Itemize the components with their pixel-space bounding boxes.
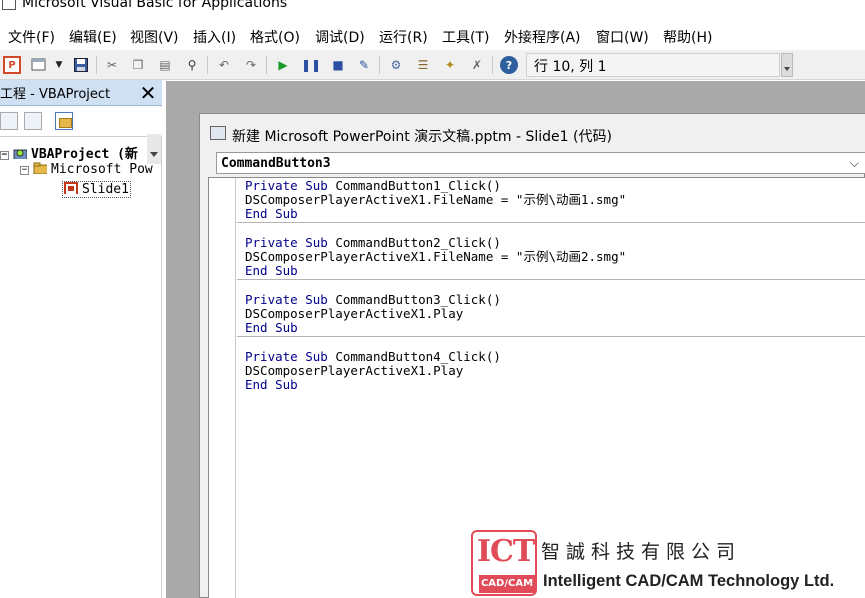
vba-app-icon <box>2 0 16 10</box>
vba-project-icon <box>13 149 27 159</box>
menu-addins[interactable]: 外接程序(A) <box>504 27 581 47</box>
tree-item-slide1-label: Slide1 <box>82 182 129 197</box>
insert-dropdown-icon[interactable]: ▼ <box>50 56 68 74</box>
properties-icon[interactable]: ☰ <box>414 56 432 74</box>
object-browser-icon[interactable]: ✦ <box>441 56 459 74</box>
title-bar: Microsoft Visual Basic for Applications <box>0 0 865 14</box>
paste-icon[interactable]: ▤ <box>156 56 174 74</box>
project-explorer-toolbar <box>0 107 162 164</box>
code-line[interactable]: DSComposerPlayerActiveX1.Play <box>245 307 463 321</box>
code-line[interactable]: Private Sub CommandButton1_Click() <box>245 179 501 193</box>
find-icon[interactable]: ⚲ <box>183 56 201 74</box>
collapse-icon[interactable]: − <box>0 151 9 160</box>
view-object-icon[interactable] <box>24 112 42 130</box>
company-watermark: ICT CAD/CAM 智誠科技有限公司 Intelligent CAD/CAM… <box>469 529 865 598</box>
reset-icon[interactable]: ■ <box>329 56 347 74</box>
code-line[interactable]: End Sub <box>245 378 298 392</box>
company-name-en: Intelligent CAD/CAM Technology Ltd. <box>543 572 835 590</box>
chevron-down-icon[interactable]: ⌵ <box>850 156 859 171</box>
company-name-cn: 智誠科技有限公司 <box>541 541 742 563</box>
project-explorer-icon[interactable]: ⚙ <box>387 56 405 74</box>
procedure-block: Private Sub CommandButton2_Click() DSCom… <box>237 235 865 292</box>
code-line[interactable]: DSComposerPlayerActiveX1.FileName = "示例\… <box>245 193 626 207</box>
code-window-titlebar[interactable]: 新建 Microsoft PowerPoint 演示文稿.pptm - Slid… <box>200 114 865 152</box>
tree-item-objects-label: Microsoft Pow <box>51 162 153 177</box>
code-line[interactable]: Private Sub CommandButton3_Click() <box>245 293 501 307</box>
design-mode-icon[interactable]: ✎ <box>355 56 373 74</box>
code-window-title: 新建 Microsoft PowerPoint 演示文稿.pptm - Slid… <box>232 129 612 145</box>
ict-logo-subtext: CAD/CAM <box>479 575 535 593</box>
project-explorer: 工程 - VBAProject ✕ − VBAProject (新 − Micros… <box>0 80 162 598</box>
code-line[interactable]: Private Sub CommandButton4_Click() <box>245 350 501 364</box>
menu-file[interactable]: 文件(F) <box>8 27 55 47</box>
project-scroll-icon[interactable] <box>147 134 161 164</box>
object-combobox-value: CommandButton3 <box>221 156 331 171</box>
collapse-icon[interactable]: − <box>20 166 29 175</box>
project-explorer-header: 工程 - VBAProject ✕ <box>0 80 162 106</box>
toggle-folders-icon[interactable] <box>55 112 73 130</box>
menu-run[interactable]: 运行(R) <box>379 27 428 47</box>
close-icon[interactable]: ✕ <box>137 82 159 104</box>
tree-item-vbaproject-label: VBAProject (新 <box>31 147 138 162</box>
menu-bar: 文件(F) 编辑(E) 视图(V) 插入(I) 格式(O) 调试(D) 运行(R… <box>0 23 865 49</box>
menu-format[interactable]: 格式(O) <box>250 27 300 47</box>
code-line[interactable]: End Sub <box>245 264 298 278</box>
copy-icon[interactable]: ❐ <box>129 56 147 74</box>
procedure-separator <box>237 279 865 280</box>
menu-help[interactable]: 帮助(H) <box>663 27 712 47</box>
procedure-block: Private Sub CommandButton4_Click() DSCom… <box>237 349 865 406</box>
window-title: Microsoft Visual Basic for Applications <box>22 0 288 11</box>
procedure-separator <box>237 222 865 223</box>
folder-icon <box>33 162 47 174</box>
procedure-block: Private Sub CommandButton3_Click() DSCom… <box>237 292 865 349</box>
run-icon[interactable]: ▶ <box>274 56 292 74</box>
code-line[interactable]: Private Sub CommandButton2_Click() <box>245 236 501 250</box>
code-line[interactable]: DSComposerPlayerActiveX1.FileName = "示例\… <box>245 250 626 264</box>
save-icon[interactable] <box>72 56 90 74</box>
redo-icon[interactable]: ↷ <box>242 56 260 74</box>
ict-logo: ICT CAD/CAM <box>471 530 537 596</box>
insert-userform-icon[interactable] <box>30 56 48 74</box>
ict-logo-text: ICT <box>477 534 535 569</box>
code-window: 新建 Microsoft PowerPoint 演示文稿.pptm - Slid… <box>199 113 865 598</box>
help-icon[interactable]: ? <box>500 56 518 74</box>
procedure-separator <box>237 336 865 337</box>
code-line[interactable]: End Sub <box>245 207 298 221</box>
tree-item-microsoft-powerpoint-objects[interactable]: − Microsoft Pow <box>20 162 153 177</box>
menu-edit[interactable]: 编辑(E) <box>69 27 117 47</box>
cursor-position: 行 10, 列 1 <box>534 59 607 75</box>
toolbox-icon[interactable]: ✗ <box>468 56 486 74</box>
powerpoint-icon[interactable]: P <box>3 56 21 74</box>
break-icon[interactable]: ❚❚ <box>301 56 321 74</box>
code-line[interactable]: DSComposerPlayerActiveX1.Play <box>245 364 463 378</box>
procedure-block: Private Sub CommandButton1_Click() DSCom… <box>237 178 865 235</box>
tree-item-vbaproject[interactable]: − VBAProject (新 <box>0 143 138 162</box>
code-line[interactable]: End Sub <box>245 321 298 335</box>
menu-insert[interactable]: 插入(I) <box>193 27 236 47</box>
menu-window[interactable]: 窗口(W) <box>596 27 649 47</box>
standard-toolbar: P ▼ ✂ ❐ ▤ ⚲ ↶ ↷ ▶ ❚❚ ■ ✎ ⚙ ☰ ✦ ✗ ? 行 10,… <box>0 50 865 80</box>
menu-view[interactable]: 视图(V) <box>130 27 179 47</box>
menu-debug[interactable]: 调试(D) <box>315 27 365 47</box>
menu-tools[interactable]: 工具(T) <box>442 27 489 47</box>
tree-item-slide1[interactable]: Slide1 <box>62 181 131 198</box>
code-margin[interactable] <box>209 178 236 598</box>
project-explorer-title: 工程 - VBAProject <box>0 87 111 102</box>
slide-icon <box>64 182 78 194</box>
object-combobox[interactable]: CommandButton3 ⌵ <box>216 152 865 174</box>
cut-icon[interactable]: ✂ <box>103 56 121 74</box>
code-window-icon <box>210 126 226 140</box>
view-code-icon[interactable] <box>0 112 18 130</box>
undo-icon[interactable]: ↶ <box>215 56 233 74</box>
toolbar-options-icon[interactable] <box>781 53 793 77</box>
